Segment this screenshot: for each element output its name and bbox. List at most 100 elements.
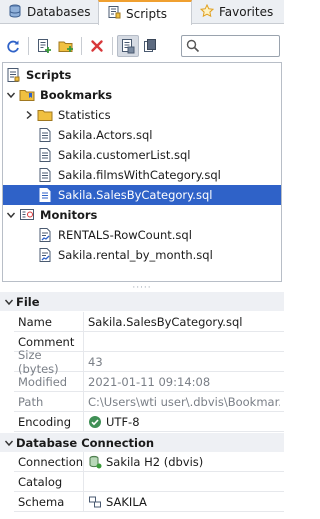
chevron-right-icon[interactable]: [23, 109, 35, 121]
search-input[interactable]: [203, 37, 279, 55]
chevron-down-icon[interactable]: [2, 297, 16, 307]
delete-button[interactable]: [86, 35, 108, 57]
toolbar: [0, 30, 284, 62]
refresh-button[interactable]: [2, 35, 24, 57]
connection-value: Sakila H2 (dbvis): [106, 454, 204, 469]
property-row-connection: Connection Sakila H2 (dbvis): [14, 451, 284, 472]
toolbar-separator: [112, 37, 113, 55]
tree-item-file[interactable]: Sakila.Actors.sql: [3, 125, 281, 145]
property-row-name: Name Sakila.SalesByCategory.sql: [14, 311, 284, 332]
monitor-file-icon: [37, 227, 53, 243]
scripts-tree[interactable]: Scripts Bookmarks Statistics Sakila.Acto…: [2, 62, 282, 282]
monitor-file-icon: [37, 247, 53, 263]
tab-databases-label: Databases: [27, 5, 91, 19]
property-name: Encoding: [14, 411, 84, 432]
tree-item-label: RENTALS-RowCount.sql: [58, 228, 192, 242]
tab-bar: Databases Scripts Favorites: [0, 0, 284, 25]
property-value: C:\Users\wti user\.dbvis\Bookmar...: [88, 394, 280, 409]
tree-item-label: Sakila.customerList.sql: [58, 148, 191, 162]
property-row-schema: Schema SAKILA: [14, 491, 284, 512]
database-icon: [8, 4, 22, 21]
chevron-down-icon[interactable]: [5, 89, 17, 101]
tab-scripts[interactable]: Scripts: [98, 0, 192, 25]
encoding-value: UTF-8: [106, 414, 140, 429]
property-name: Path: [14, 391, 84, 412]
section-title: File: [16, 294, 40, 309]
property-row-encoding: Encoding UTF-8: [14, 411, 284, 432]
tree-item-label: Scripts: [26, 68, 72, 82]
new-folder-button[interactable]: [55, 35, 77, 57]
refresh-icon: [7, 40, 19, 53]
schema-value: SAKILA: [106, 494, 147, 509]
property-name: Size (bytes): [14, 348, 84, 376]
property-name: Modified: [14, 371, 84, 392]
sql-file-icon: [37, 147, 53, 163]
tree-item-file[interactable]: Sakila.customerList.sql: [3, 145, 281, 165]
property-value: 2021-01-11 09:14:08: [88, 374, 211, 389]
tree-item-file[interactable]: Sakila.filmsWithCategory.sql: [3, 165, 281, 185]
property-row-catalog: Catalog: [14, 471, 284, 492]
property-row-size: Size (bytes) 43: [14, 348, 284, 376]
link-with-editor-button[interactable]: [117, 35, 139, 57]
tab-favorites-label: Favorites: [219, 5, 274, 19]
property-name: Schema: [14, 491, 84, 512]
link-editor-icon: [122, 39, 135, 54]
sql-file-icon: [37, 127, 53, 143]
file-section-header[interactable]: File: [0, 292, 284, 311]
property-row-modified: Modified 2021-01-11 09:14:08: [14, 371, 284, 392]
splitter-grip: ·····: [132, 283, 152, 293]
property-value-schema[interactable]: SAKILA: [84, 495, 280, 509]
scripts-root-icon: [5, 67, 21, 83]
new-script-button[interactable]: [33, 35, 55, 57]
tree-item-label: Statistics: [58, 108, 111, 122]
schema-icon: [89, 496, 101, 507]
tree-item-label: Sakila.rental_by_month.sql: [58, 248, 213, 262]
new-script-icon: [38, 39, 51, 53]
collapse-all-button[interactable]: [139, 35, 161, 57]
new-folder-icon: [58, 41, 73, 52]
delete-icon: [91, 40, 103, 52]
db-connection-section-header[interactable]: Database Connection: [0, 433, 284, 452]
tab-scripts-label: Scripts: [126, 6, 168, 21]
properties-panel: File Name Sakila.SalesByCategory.sql Com…: [0, 292, 284, 519]
sql-file-icon: [37, 167, 53, 183]
property-name: Name: [14, 311, 84, 332]
tree-item-monitor-file[interactable]: Sakila.rental_by_month.sql: [3, 245, 281, 265]
chevron-down-icon[interactable]: [5, 209, 17, 221]
tree-item-statistics[interactable]: Statistics: [3, 105, 281, 125]
sql-file-icon: [37, 187, 53, 203]
chevron-down-icon[interactable]: [2, 438, 16, 448]
property-value-encoding[interactable]: UTF-8: [84, 415, 280, 429]
property-name: Connection: [14, 451, 84, 472]
tree-item-file-selected[interactable]: Sakila.SalesByCategory.sql: [3, 185, 281, 205]
tree-item-monitors[interactable]: Monitors: [3, 205, 281, 225]
search-field[interactable]: [181, 35, 280, 57]
tree-item-scripts-root[interactable]: Scripts: [3, 65, 281, 85]
property-value-connection[interactable]: Sakila H2 (dbvis): [84, 455, 280, 469]
tree-item-label: Sakila.Actors.sql: [58, 128, 153, 142]
scripts-folder-icon: [107, 5, 121, 22]
tab-favorites[interactable]: Favorites: [192, 0, 284, 24]
star-icon: [199, 3, 215, 21]
check-circle-icon: [89, 415, 101, 428]
property-value[interactable]: Sakila.SalesByCategory.sql: [84, 315, 280, 329]
tab-databases[interactable]: Databases: [0, 0, 98, 24]
tree-item-monitor-file[interactable]: RENTALS-RowCount.sql: [3, 225, 281, 245]
search-icon: [186, 39, 200, 53]
tree-item-label: Sakila.SalesByCategory.sql: [58, 188, 213, 202]
database-connection-icon: [89, 455, 102, 468]
tree-item-label: Bookmarks: [40, 88, 113, 102]
collapse-icon: [144, 39, 156, 52]
toolbar-separator: [81, 37, 82, 55]
tree-item-label: Monitors: [40, 208, 98, 222]
monitors-icon: [19, 207, 35, 223]
property-name: Catalog: [14, 471, 84, 492]
bookmarks-folder-icon: [19, 87, 35, 103]
property-value: 43: [88, 354, 103, 369]
toolbar-separator: [28, 37, 29, 55]
tree-item-bookmarks[interactable]: Bookmarks: [3, 85, 281, 105]
tree-item-label: Sakila.filmsWithCategory.sql: [58, 168, 221, 182]
panel-splitter[interactable]: ·····: [0, 283, 284, 293]
section-title: Database Connection: [16, 435, 155, 450]
folder-icon: [37, 107, 53, 123]
